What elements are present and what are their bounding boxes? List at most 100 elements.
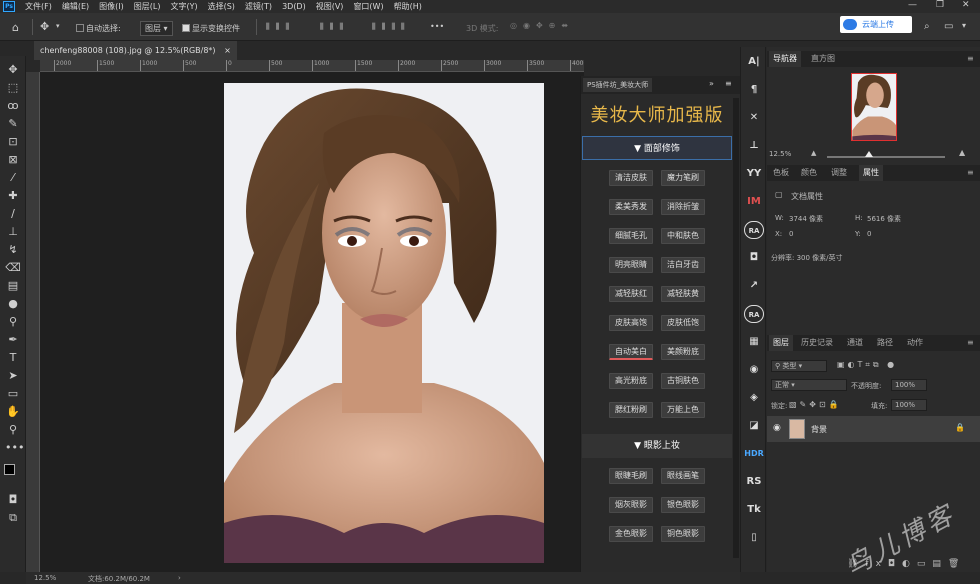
plugin-button[interactable]: 明亮眼睛 — [609, 257, 653, 273]
paragraph-icon[interactable]: ¶ — [744, 81, 764, 99]
menu-help[interactable]: 帮助(H) — [394, 1, 422, 12]
history-brush-icon[interactable]: ↯ — [5, 242, 21, 258]
workspace-icon[interactable]: ▭ — [944, 21, 953, 32]
show-transform-checkbox[interactable]: 显示变换控件 — [182, 23, 240, 34]
menu-window[interactable]: 窗口(W) — [353, 1, 383, 12]
move-tool-icon[interactable]: ✥ — [40, 20, 49, 33]
menu-type[interactable]: 文字(Y) — [170, 1, 197, 12]
portrait-photo[interactable] — [224, 83, 544, 563]
im-icon[interactable]: IM — [744, 193, 764, 211]
workspace-dropdown-icon[interactable]: ▾ — [962, 21, 966, 30]
tab-layers[interactable]: 图层 — [769, 335, 793, 351]
tab-actions[interactable]: 动作 — [903, 335, 927, 351]
hand-tool-icon[interactable]: ✋ — [5, 404, 21, 420]
lock-icon[interactable]: 🔒 — [955, 423, 965, 432]
zoom-slider-handle[interactable] — [865, 151, 873, 157]
home-icon[interactable]: ⌂ — [12, 21, 19, 34]
plugin-tab[interactable]: PS插件坊_美妆大师 — [583, 78, 653, 92]
plugin-button[interactable]: 清洁皮肤 — [609, 170, 653, 186]
dodge-tool-icon[interactable]: ⚲ — [5, 314, 21, 330]
distribute-icons[interactable]: ⫼⫼⫼⫼ — [372, 22, 411, 32]
plugin-button[interactable]: 烟灰眼影 — [609, 497, 653, 513]
ra-plugin-icon[interactable]: RA — [744, 305, 764, 323]
panel-menu-icon[interactable]: ≡ — [725, 79, 732, 88]
rs-icon[interactable]: RS — [744, 473, 764, 491]
opacity-input[interactable]: 100% — [891, 379, 927, 391]
rectangle-tool-icon[interactable]: ▭ — [5, 386, 21, 402]
section-eye-shadow[interactable]: ▼ 眼影上妆 — [582, 434, 732, 458]
zoom-value[interactable]: 12.5% — [769, 150, 791, 158]
ra-icon[interactable]: RA — [744, 221, 764, 239]
zoom-tool-icon[interactable]: ⚲ — [5, 422, 21, 438]
lasso-tool-icon[interactable]: ꝏ — [5, 98, 21, 114]
plugin-button[interactable]: 铜色眼影 — [661, 526, 705, 542]
minimize-icon[interactable]: — — [908, 0, 917, 10]
navigator-thumbnail[interactable] — [851, 73, 897, 141]
diamond-icon[interactable]: ◈ — [744, 389, 764, 407]
plugin-button[interactable]: 洁白牙齿 — [661, 257, 705, 273]
eyedropper-tool-icon[interactable]: ⁄ — [5, 170, 21, 186]
3d-tool-icons[interactable]: ◎◉✥⊕⬌ — [510, 21, 574, 30]
chevron-down-icon[interactable]: ▾ — [56, 22, 60, 30]
character-icon[interactable]: A| — [744, 53, 764, 71]
crop-tool-icon[interactable]: ⊡ — [5, 134, 21, 150]
status-arrow-icon[interactable]: › — [178, 574, 181, 582]
yy-icon[interactable]: YY — [744, 165, 764, 183]
search-icon[interactable]: ⌕ — [924, 21, 930, 32]
plugin-button[interactable]: 美颜粉底 — [661, 344, 705, 360]
lock-icons[interactable]: ▧✎✥⊡🔒 — [789, 400, 842, 409]
color-wheel-icon[interactable]: ◉ — [744, 361, 764, 379]
clone-stamp-icon[interactable]: ⊥ — [5, 224, 21, 240]
tab-channels[interactable]: 通道 — [843, 335, 867, 351]
healing-brush-icon[interactable]: ✚ — [5, 188, 21, 204]
stamp-icon[interactable]: ⊥ — [744, 137, 764, 155]
layer-filter-dropdown[interactable]: ⚲ 类型 ▾ — [771, 360, 827, 372]
tab-histogram[interactable]: 直方图 — [807, 51, 839, 67]
plugin-button[interactable]: 眼睫毛刷 — [609, 468, 653, 484]
screen-mode-icon[interactable]: ⧉ — [5, 510, 21, 526]
height-value[interactable]: 5616 像素 — [867, 214, 901, 224]
menu-image[interactable]: 图像(I) — [99, 1, 124, 12]
plugin-button[interactable]: 高光粉底 — [609, 373, 653, 389]
menu-select[interactable]: 选择(S) — [208, 1, 235, 12]
marquee-tool-icon[interactable]: ⬚ — [5, 80, 21, 96]
frame-icon[interactable]: ◪ — [744, 417, 764, 435]
tab-swatches[interactable]: 色板 — [769, 165, 793, 181]
menu-3d[interactable]: 3D(D) — [282, 2, 306, 11]
frame-tool-icon[interactable]: ⊠ — [5, 152, 21, 168]
arrow-icon[interactable]: ↗ — [744, 277, 764, 295]
eraser-tool-icon[interactable]: ⌫ — [5, 260, 21, 276]
auto-select-checkbox[interactable]: 自动选择: — [76, 23, 121, 34]
close-tab-icon[interactable]: × — [224, 46, 231, 55]
plugin-button[interactable]: 柔美秀发 — [609, 199, 653, 215]
more-options-icon[interactable]: ••• — [430, 22, 444, 31]
plugin-button[interactable]: 皮肤低饱 — [661, 315, 705, 331]
auto-select-dropdown[interactable]: 图层 ▾ — [140, 21, 173, 36]
fill-input[interactable]: 100% — [891, 399, 927, 411]
visibility-eye-icon[interactable]: ◉ — [773, 423, 781, 433]
zoom-out-icon[interactable]: ▲ — [811, 149, 816, 157]
layer-name[interactable]: 背景 — [811, 424, 827, 435]
more-tools-icon[interactable]: ••• — [5, 440, 24, 456]
close-window-icon[interactable]: ✕ — [962, 0, 970, 10]
tab-paths[interactable]: 路径 — [873, 335, 897, 351]
panel-menu-icon[interactable]: ≡ — [967, 168, 974, 177]
camera-icon[interactable]: ◘ — [744, 249, 764, 267]
plugin-button[interactable]: 细腻毛孔 — [609, 228, 653, 244]
y-value[interactable]: 0 — [867, 230, 871, 238]
plugin-button[interactable]: 腮红粉刷 — [609, 402, 653, 418]
restore-icon[interactable]: ❐ — [936, 0, 944, 10]
section-face-retouch[interactable]: ▼ 面部修饰 — [582, 136, 732, 160]
plugin-button[interactable]: 银色眼影 — [661, 497, 705, 513]
plugin-button[interactable]: 减轻肤红 — [609, 286, 653, 302]
plugin-button[interactable]: 魔力笔刷 — [661, 170, 705, 186]
tab-navigator[interactable]: 导航器 — [769, 51, 801, 67]
layer-row-background[interactable]: ◉ 背景 🔒 — [767, 416, 980, 442]
plugin-button[interactable]: 中和肤色 — [661, 228, 705, 244]
blend-mode-dropdown[interactable]: 正常 ▾ — [771, 379, 847, 391]
move-tool-icon[interactable]: ✥ — [5, 62, 21, 78]
layer-filter-icons[interactable]: ▣◐T⌗⧉ ● — [837, 360, 897, 370]
zoom-in-icon[interactable]: ▲ — [959, 148, 965, 157]
tk-icon[interactable]: Tk — [744, 501, 764, 519]
zoom-slider[interactable] — [827, 156, 945, 158]
